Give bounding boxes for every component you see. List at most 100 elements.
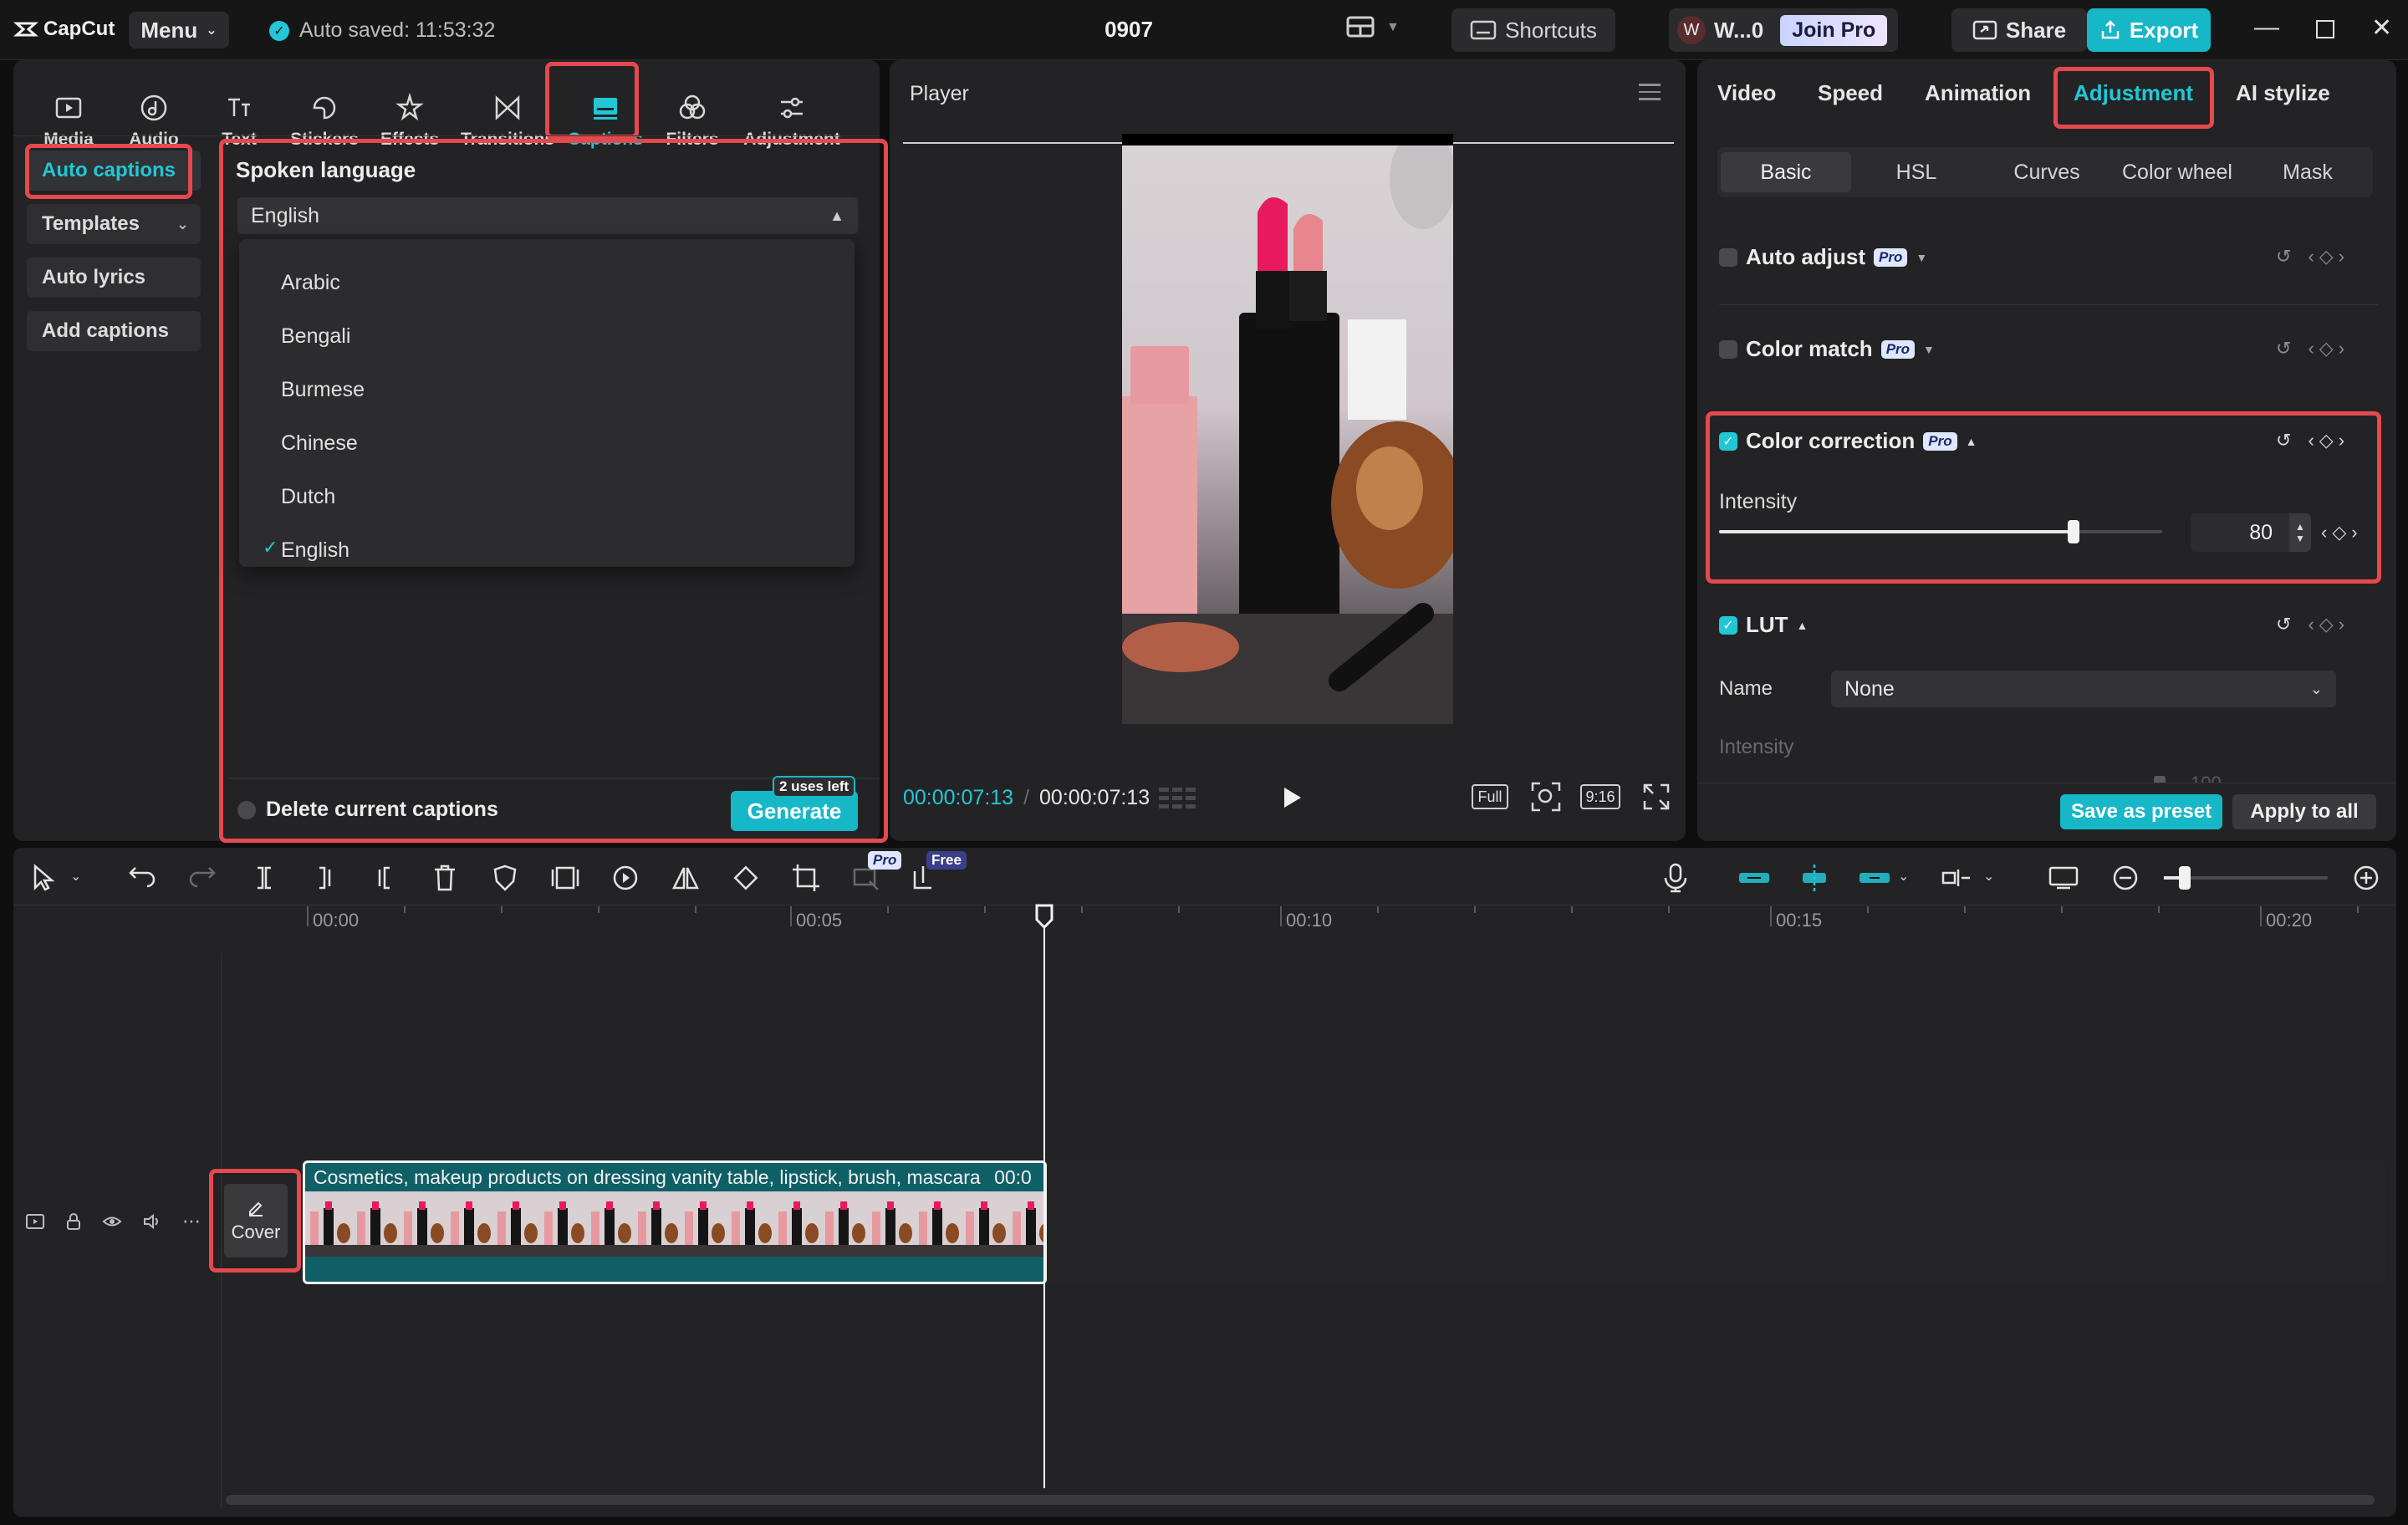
lut-checkbox[interactable]: ✓ xyxy=(1719,615,1737,635)
templates-button[interactable]: Templates ⌄ xyxy=(27,204,201,244)
subtab-curves[interactable]: Curves xyxy=(1982,152,2112,192)
lock-icon[interactable] xyxy=(65,1212,82,1231)
stepper-arrows-icon[interactable]: ▲ ▼ xyxy=(2289,513,2311,552)
prev-keyframe-icon[interactable]: ‹ xyxy=(2308,246,2314,268)
language-option[interactable]: Arabic xyxy=(281,271,340,295)
linkage-icon[interactable] xyxy=(1858,861,1891,895)
thumbnail-preview-icon[interactable] xyxy=(2047,861,2080,895)
full-quality-button[interactable]: Full xyxy=(1472,784,1508,809)
player-menu-icon[interactable] xyxy=(1639,84,1661,100)
reverse-icon[interactable] xyxy=(609,861,642,895)
add-captions-button[interactable]: Add captions xyxy=(27,311,201,351)
split-right-icon[interactable] xyxy=(368,861,401,895)
aspect-ratio-button[interactable]: 9:16 xyxy=(1580,784,1620,809)
rotate-icon[interactable] xyxy=(729,861,763,895)
share-button[interactable]: Share xyxy=(1951,8,2087,52)
zoom-fit-button[interactable] xyxy=(1530,781,1562,813)
intensity-stepper[interactable]: 80 ▲ ▼ xyxy=(2191,513,2311,552)
redo-icon[interactable] xyxy=(186,861,219,895)
shortcuts-button[interactable]: Shortcuts xyxy=(1451,8,1615,52)
intensity-value[interactable]: 80 xyxy=(2191,521,2289,545)
intensity-slider-track[interactable] xyxy=(1719,520,2162,543)
keyframe-icon[interactable]: ◇ xyxy=(2319,246,2334,268)
apply-to-all-button[interactable]: Apply to all xyxy=(2232,794,2376,829)
subtab-hsl[interactable]: HSL xyxy=(1851,152,1982,192)
timeline-zoom-slider[interactable] xyxy=(2164,866,2328,890)
split-left-icon[interactable] xyxy=(308,861,341,895)
language-option[interactable]: Chinese xyxy=(281,431,358,456)
split-icon[interactable] xyxy=(247,861,281,895)
chevron-down-icon[interactable]: ⌄ xyxy=(1983,868,1994,885)
track-video-icon[interactable] xyxy=(25,1213,45,1230)
delete-icon[interactable] xyxy=(428,861,462,895)
play-button[interactable] xyxy=(1279,784,1304,811)
delete-captions-option[interactable]: Delete current captions xyxy=(237,798,498,822)
account-area[interactable]: W W...0 Join Pro xyxy=(1669,8,1898,52)
color-correction-checkbox[interactable]: ✓ xyxy=(1719,431,1737,451)
auto-snapping-icon[interactable] xyxy=(1798,861,1831,895)
timeline-grid-icon[interactable] xyxy=(1159,784,1196,811)
language-option[interactable]: Bengali xyxy=(281,324,350,349)
reset-icon[interactable]: ↺ xyxy=(2276,430,2291,451)
zoom-in-icon[interactable] xyxy=(2349,861,2383,895)
next-keyframe-icon[interactable]: › xyxy=(2339,338,2344,360)
fullscreen-button[interactable] xyxy=(1642,783,1671,811)
main-track-magnet-icon[interactable] xyxy=(1737,861,1771,895)
export-button[interactable]: Export xyxy=(2087,8,2211,52)
delete-captions-checkbox[interactable] xyxy=(237,800,256,819)
next-keyframe-icon[interactable]: › xyxy=(2339,430,2344,451)
prev-keyframe-icon[interactable]: ‹ xyxy=(2308,338,2314,360)
zoom-out-icon[interactable] xyxy=(2109,861,2142,895)
save-preset-button[interactable]: Save as preset xyxy=(2060,794,2222,829)
video-clip[interactable]: Cosmetics, makeup products on dressing v… xyxy=(303,1160,1047,1284)
prev-keyframe-icon[interactable]: ‹ xyxy=(2308,614,2314,635)
timeline-horizontal-scrollbar[interactable] xyxy=(226,1495,2375,1505)
lut-name-select[interactable]: None ⌄ xyxy=(1831,671,2336,707)
chevron-up-icon[interactable]: ▲ xyxy=(1966,435,1977,448)
playhead-line[interactable] xyxy=(1043,913,1045,1488)
reset-icon[interactable]: ↺ xyxy=(2276,338,2291,360)
chevron-down-icon[interactable]: ⌄ xyxy=(70,868,81,885)
chevron-down-icon[interactable]: ▼ xyxy=(1923,343,1935,356)
tab-animation[interactable]: Animation xyxy=(1925,80,2031,106)
menu-button[interactable]: Menu ⌄ xyxy=(129,12,229,48)
freeze-frame-icon[interactable] xyxy=(548,861,582,895)
speaker-icon[interactable] xyxy=(142,1213,162,1230)
tab-video[interactable]: Video xyxy=(1717,80,1776,106)
crop-icon[interactable] xyxy=(789,861,823,895)
shield-icon[interactable] xyxy=(488,861,522,895)
auto-lyrics-button[interactable]: Auto lyrics xyxy=(27,258,201,298)
eye-icon[interactable] xyxy=(102,1214,122,1229)
next-keyframe-icon[interactable]: › xyxy=(2351,522,2357,543)
timeline-ruler[interactable] xyxy=(301,906,2391,930)
reset-icon[interactable]: ↺ xyxy=(2276,246,2291,268)
select-tool-icon[interactable] xyxy=(27,861,60,895)
keyframe-icon[interactable]: ◇ xyxy=(2319,338,2334,360)
preview-axis-icon[interactable] xyxy=(1940,861,1973,895)
prev-keyframe-icon[interactable]: ‹ xyxy=(2308,430,2314,451)
language-select[interactable]: English ▲ xyxy=(237,197,858,234)
tab-ai-stylize[interactable]: AI stylize xyxy=(2236,80,2330,106)
auto-adjust-checkbox[interactable] xyxy=(1719,247,1737,267)
more-icon[interactable]: ⋯ xyxy=(182,1211,201,1232)
chevron-up-icon[interactable]: ▲ xyxy=(1797,619,1809,632)
mirror-icon[interactable] xyxy=(669,861,702,895)
cover-button[interactable]: Cover xyxy=(224,1184,288,1257)
layout-button[interactable]: ▼ xyxy=(1346,15,1400,40)
tab-speed[interactable]: Speed xyxy=(1818,80,1883,106)
intensity-slider-handle[interactable] xyxy=(2068,520,2079,543)
join-pro-button[interactable]: Join Pro xyxy=(1780,14,1888,46)
next-keyframe-icon[interactable]: › xyxy=(2339,246,2344,268)
close-icon[interactable]: ✕ xyxy=(2371,13,2392,43)
reset-icon[interactable]: ↺ xyxy=(2276,614,2291,635)
language-option[interactable]: Dutch xyxy=(281,485,335,509)
chevron-down-icon[interactable]: ▼ xyxy=(1916,251,1927,264)
keyframe-icon[interactable]: ◇ xyxy=(2332,522,2346,543)
subtab-color-wheel[interactable]: Color wheel xyxy=(2112,152,2242,192)
undo-icon[interactable] xyxy=(125,861,159,895)
maximize-icon[interactable] xyxy=(2316,20,2334,38)
minimize-icon[interactable]: — xyxy=(2254,13,2279,43)
color-match-checkbox[interactable] xyxy=(1719,339,1737,359)
prev-keyframe-icon[interactable]: ‹ xyxy=(2321,522,2327,543)
language-option-selected[interactable]: English xyxy=(281,538,349,563)
